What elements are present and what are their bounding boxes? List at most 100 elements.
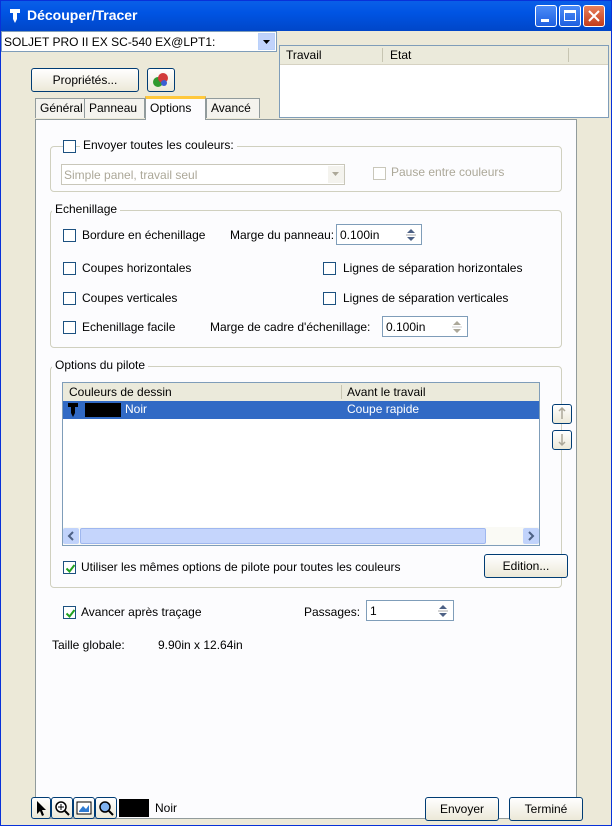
drawing-colors-header: Couleurs de dessin Avant le travail — [63, 383, 539, 402]
send-all-colors-checkbox[interactable] — [63, 140, 76, 153]
same-options-checkbox[interactable] — [63, 561, 76, 574]
maximize-icon — [564, 10, 576, 21]
color-settings-button[interactable] — [147, 68, 175, 92]
advance-after-plot-label: Avancer après traçage — [81, 605, 202, 619]
driver-options-title: Options du pilote — [52, 358, 149, 372]
jobs-list[interactable]: Travail Etat — [279, 45, 609, 118]
vertical-lines-label: Lignes de séparation verticales — [343, 291, 509, 305]
col-drawing-colors[interactable]: Couleurs de dessin — [69, 383, 172, 401]
color-mode-dropdown[interactable] — [328, 166, 344, 183]
drawing-colors-list[interactable]: Couleurs de dessin Avant le travail Noir… — [62, 382, 540, 546]
checkmark-icon — [65, 609, 76, 619]
color-mode-select[interactable]: Simple panel, travail seul — [61, 164, 345, 185]
plotter-knife-icon — [10, 9, 20, 23]
magnifier-icon — [99, 801, 114, 816]
pause-between-colors-checkbox[interactable] — [373, 167, 386, 180]
same-options-label: Utiliser les mêmes options de pilote pou… — [81, 560, 401, 574]
global-size-label: Taille globale: — [52, 638, 125, 652]
passes-label: Passages: — [304, 605, 361, 619]
easy-weeding-checkbox[interactable] — [63, 321, 76, 334]
device-dropdown-button[interactable] — [258, 33, 275, 50]
send-button[interactable]: Envoyer — [425, 797, 499, 821]
properties-button-label: Propriétés... — [52, 73, 118, 87]
frame-margin-value: 0.100in — [386, 320, 426, 334]
cut-plot-window: Découper/Tracer SOLJET PRO II EX SC-540 … — [0, 0, 612, 826]
tab-options-label: Options — [150, 101, 192, 115]
jobs-list-header: Travail Etat — [280, 46, 608, 65]
col-job[interactable]: Travail — [286, 46, 322, 64]
close-button[interactable] — [583, 5, 605, 27]
color-wheel-icon — [153, 73, 168, 87]
send-all-colors-label: Envoyer toutes les couleurs: — [80, 138, 237, 152]
weeding-border-checkbox[interactable] — [63, 229, 76, 242]
passes-value: 1 — [370, 604, 377, 618]
done-button-label: Terminé — [524, 802, 568, 816]
edit-button[interactable]: Edition... — [484, 554, 568, 578]
device-select-value: SOLJET PRO II EX SC-540 EX@LPT1: — [4, 35, 216, 49]
advance-after-plot-checkbox[interactable] — [63, 606, 76, 619]
global-size-value: 9.90in x 12.64in — [158, 638, 243, 652]
chevron-down-icon — [263, 40, 270, 44]
horizontal-lines-checkbox[interactable] — [323, 262, 336, 275]
passes-input[interactable]: 1 — [366, 600, 454, 621]
panel-margin-value: 0.100in — [340, 228, 380, 242]
scroll-left-button[interactable] — [63, 528, 79, 544]
arrow-up-icon — [558, 406, 566, 419]
chevron-right-icon — [528, 531, 535, 541]
window-title: Découper/Tracer — [27, 7, 138, 23]
checkmark-icon — [65, 564, 76, 574]
panel-margin-input[interactable]: 0.100in — [336, 224, 422, 245]
scroll-thumb[interactable] — [80, 528, 486, 544]
pause-between-colors-label: Pause entre couleurs — [391, 165, 505, 179]
tab-advanced-label: Avancé — [211, 101, 251, 115]
move-up-button[interactable] — [552, 404, 572, 424]
horizontal-scrollbar[interactable] — [63, 527, 539, 545]
frame-margin-input[interactable]: 0.100in — [382, 316, 468, 337]
spinner-icon[interactable] — [449, 319, 465, 335]
zoom-in-icon — [55, 801, 70, 816]
edit-button-label: Edition... — [502, 559, 550, 573]
vertical-cuts-checkbox[interactable] — [63, 292, 76, 305]
select-tool-button[interactable] — [31, 797, 51, 819]
device-select[interactable]: SOLJET PRO II EX SC-540 EX@LPT1: — [1, 31, 277, 52]
spinner-icon[interactable] — [435, 603, 451, 619]
spinner-icon[interactable] — [403, 227, 419, 243]
scroll-right-button[interactable] — [523, 528, 539, 544]
panel-margin-label: Marge du panneau: — [230, 228, 335, 242]
chevron-left-icon — [67, 531, 74, 541]
vertical-cuts-label: Coupes verticales — [82, 291, 178, 305]
zoom-selection-button[interactable] — [95, 797, 117, 819]
move-down-button[interactable] — [552, 430, 572, 450]
color-mode-value: Simple panel, travail seul — [64, 168, 198, 182]
weeding-border-label: Bordure en échenillage — [82, 228, 206, 242]
maximize-button[interactable] — [559, 5, 581, 27]
horizontal-lines-label: Lignes de séparation horizontales — [343, 261, 523, 275]
tab-options[interactable]: Options — [145, 96, 206, 120]
tab-advanced[interactable]: Avancé — [206, 98, 260, 118]
tab-panel[interactable]: Panneau — [84, 98, 145, 118]
tab-general[interactable]: Général — [35, 98, 85, 118]
fit-page-button[interactable] — [73, 797, 95, 819]
minimize-button[interactable] — [535, 5, 557, 27]
before-job-value: Coupe rapide — [347, 402, 420, 416]
current-color-name: Noir — [155, 801, 178, 815]
col-status[interactable]: Etat — [390, 46, 411, 64]
close-icon — [588, 10, 600, 22]
list-item[interactable]: Noir Coupe rapide — [63, 401, 539, 419]
col-before-job[interactable]: Avant le travail — [347, 383, 426, 401]
arrow-down-icon — [558, 434, 566, 447]
done-button[interactable]: Terminé — [509, 797, 583, 821]
current-color-swatch — [119, 799, 149, 817]
zoom-in-button[interactable] — [51, 797, 73, 819]
vertical-lines-checkbox[interactable] — [323, 292, 336, 305]
horizontal-cuts-checkbox[interactable] — [63, 262, 76, 275]
properties-button[interactable]: Propriétés... — [31, 68, 139, 92]
title-bar[interactable]: Découper/Tracer — [1, 1, 611, 31]
tab-panel-label: Panneau — [89, 101, 138, 115]
send-button-label: Envoyer — [439, 802, 485, 816]
color-name: Noir — [125, 402, 148, 416]
options-panel: Envoyer toutes les couleurs: Simple pane… — [35, 119, 577, 819]
chevron-down-icon — [332, 172, 339, 176]
frame-margin-label: Marge de cadre d'échenillage: — [210, 320, 371, 334]
color-swatch — [85, 403, 121, 417]
